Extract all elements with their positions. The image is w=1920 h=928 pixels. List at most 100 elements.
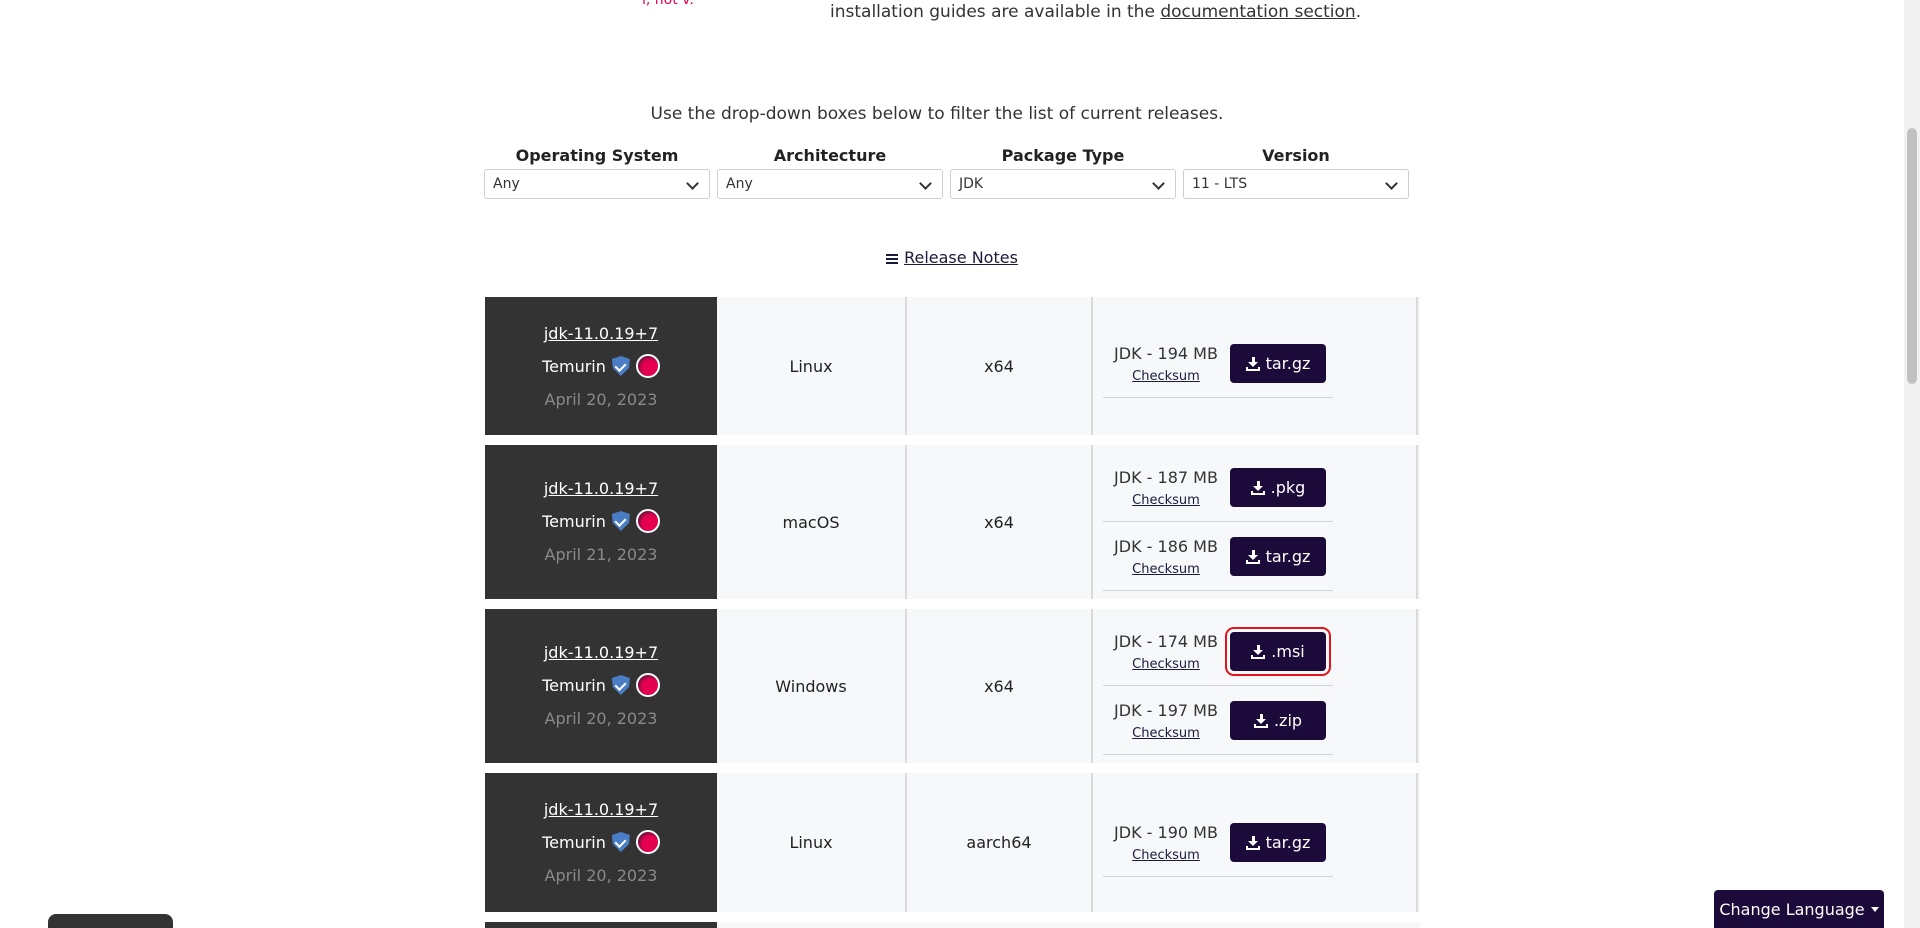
- filter-hint-text: Use the drop-down boxes below to filter …: [650, 104, 1224, 124]
- release-vendor: Temurin: [485, 830, 717, 854]
- version-select-value: 11 - LTS: [1192, 176, 1248, 192]
- release-os: macOS: [782, 512, 840, 532]
- shield-check-icon: [611, 356, 630, 376]
- release-info-panel: jdk-11.0.19+7 Temurin April 20, 2023: [485, 297, 717, 435]
- aqavit-icon: [635, 673, 660, 697]
- shield-check-icon: [611, 675, 630, 695]
- release-info-panel: jdk-11.0.19+7 Temurin April 21, 2023: [485, 445, 717, 599]
- scrollbar-thumb[interactable]: [1907, 128, 1917, 384]
- package-item: JDK - 190 MB Checksum tar.gz: [1103, 817, 1333, 877]
- package-item: JDK - 187 MB Checksum .pkg: [1103, 462, 1333, 522]
- filter-label: Operating System: [515, 146, 679, 165]
- os-select-value: Any: [493, 176, 520, 192]
- download-button-label: .msi: [1271, 642, 1305, 661]
- release-vendor: Temurin: [485, 354, 717, 378]
- package-info: JDK - 186 MB Checksum: [1111, 537, 1221, 577]
- package-column: JDK - 190 MB Checksum tar.gz: [1091, 773, 1418, 912]
- package-size: JDK - 187 MB: [1114, 468, 1218, 487]
- release-info-panel: jdk-11.0.19+7 Temurin April 20, 2023: [485, 609, 717, 763]
- release-row: [485, 922, 1420, 928]
- package-item: JDK - 194 MB Checksum tar.gz: [1103, 338, 1333, 398]
- download-tar-gz-button[interactable]: tar.gz: [1230, 823, 1326, 862]
- download-icon: [1245, 549, 1260, 564]
- download-tar-gz-button[interactable]: tar.gz: [1230, 537, 1326, 576]
- release-vendor: Temurin: [485, 509, 717, 533]
- filter-label: Package Type: [1001, 146, 1125, 165]
- release-arch: x64: [905, 445, 1091, 599]
- release-arch: x64: [905, 609, 1091, 763]
- architecture-select[interactable]: Any: [717, 169, 943, 199]
- cookie-settings-tab[interactable]: [48, 914, 173, 928]
- os-select[interactable]: Any: [484, 169, 710, 199]
- package-size: JDK - 190 MB: [1114, 823, 1218, 842]
- checksum-link[interactable]: Checksum: [1111, 848, 1221, 863]
- aqavit-icon: [635, 354, 660, 378]
- download-pkg-button[interactable]: .pkg: [1230, 468, 1326, 507]
- package-column: JDK - 187 MB Checksum .pkg JDK - 186 MB …: [1091, 445, 1418, 599]
- filter-label: Version: [1262, 146, 1330, 165]
- release-os: Linux: [789, 833, 833, 852]
- release-name-link[interactable]: jdk-11.0.19+7: [485, 479, 717, 498]
- intro-text: installation guides are available in the…: [830, 0, 1361, 24]
- aqavit-icon: [635, 830, 660, 854]
- vendor-name: Temurin: [542, 675, 606, 695]
- filter-operating-system: Operating System Any: [484, 145, 710, 199]
- documentation-link[interactable]: documentation section: [1160, 2, 1355, 22]
- download-tar-gz-button[interactable]: tar.gz: [1230, 344, 1326, 383]
- download-icon: [1250, 480, 1265, 495]
- intro-fragment: i, not v.: [642, 0, 694, 8]
- release-row: jdk-11.0.19+7 Temurin April 20, 2023 Lin…: [485, 297, 1420, 435]
- package-info: JDK - 194 MB Checksum: [1111, 344, 1221, 384]
- package-column: JDK - 174 MB Checksum .msi JDK - 197 MB …: [1091, 609, 1418, 763]
- change-language-button[interactable]: Change Language: [1714, 890, 1884, 928]
- checksum-link[interactable]: Checksum: [1111, 657, 1221, 672]
- download-button-label: tar.gz: [1265, 354, 1311, 373]
- package-size: JDK - 186 MB: [1114, 537, 1218, 556]
- chevron-down-icon: [919, 177, 932, 190]
- release-info-panel: jdk-11.0.19+7 Temurin April 20, 2023: [485, 773, 717, 912]
- filter-version: Version 11 - LTS: [1183, 145, 1409, 199]
- release-info-panel: [485, 922, 717, 928]
- package-info: JDK - 197 MB Checksum: [1111, 701, 1221, 741]
- package-item: JDK - 186 MB Checksum tar.gz: [1103, 531, 1333, 591]
- page-scrollbar[interactable]: [1904, 0, 1920, 928]
- checksum-link[interactable]: Checksum: [1111, 369, 1221, 384]
- release-name-link[interactable]: jdk-11.0.19+7: [485, 324, 717, 343]
- download-button-label: tar.gz: [1265, 833, 1311, 852]
- package-item: JDK - 174 MB Checksum .msi: [1103, 626, 1333, 686]
- release-row: jdk-11.0.19+7 Temurin April 20, 2023 Win…: [485, 609, 1420, 763]
- package-size: JDK - 197 MB: [1114, 701, 1218, 720]
- download-msi-button[interactable]: .msi: [1225, 627, 1331, 676]
- checksum-link[interactable]: Checksum: [1111, 562, 1221, 577]
- chevron-down-icon: [1152, 177, 1165, 190]
- release-date: April 21, 2023: [544, 545, 658, 564]
- release-name-link[interactable]: jdk-11.0.19+7: [485, 800, 717, 819]
- list-icon: [886, 253, 899, 264]
- version-select[interactable]: 11 - LTS: [1183, 169, 1409, 199]
- filter-architecture: Architecture Any: [717, 145, 943, 199]
- release-date: April 20, 2023: [544, 390, 658, 409]
- filter-label: Architecture: [773, 146, 887, 165]
- release-row: jdk-11.0.19+7 Temurin April 20, 2023 Lin…: [485, 773, 1420, 912]
- download-icon: [1245, 835, 1260, 850]
- filter-hint: Use the drop-down boxes below to filter …: [0, 104, 1904, 124]
- shield-check-icon: [611, 511, 630, 531]
- download-icon: [1251, 644, 1266, 659]
- package-size: JDK - 174 MB: [1114, 632, 1218, 651]
- filter-package-type: Package Type JDK: [950, 145, 1176, 199]
- release-vendor: Temurin: [485, 673, 717, 697]
- package-info: JDK - 187 MB Checksum: [1111, 468, 1221, 508]
- release-notes: Release Notes: [0, 248, 1904, 267]
- checksum-link[interactable]: Checksum: [1111, 493, 1221, 508]
- aqavit-icon: [635, 509, 660, 533]
- release-arch: x64: [905, 297, 1091, 435]
- release-notes-link[interactable]: Release Notes: [886, 248, 1018, 267]
- release-date: April 20, 2023: [544, 709, 658, 728]
- release-os: Linux: [789, 356, 833, 376]
- package-type-select[interactable]: JDK: [950, 169, 1176, 199]
- release-date: April 20, 2023: [544, 866, 658, 885]
- download-zip-button[interactable]: .zip: [1230, 701, 1326, 740]
- release-name-link[interactable]: jdk-11.0.19+7: [485, 643, 717, 662]
- package-info: JDK - 174 MB Checksum: [1111, 632, 1221, 672]
- checksum-link[interactable]: Checksum: [1111, 726, 1221, 741]
